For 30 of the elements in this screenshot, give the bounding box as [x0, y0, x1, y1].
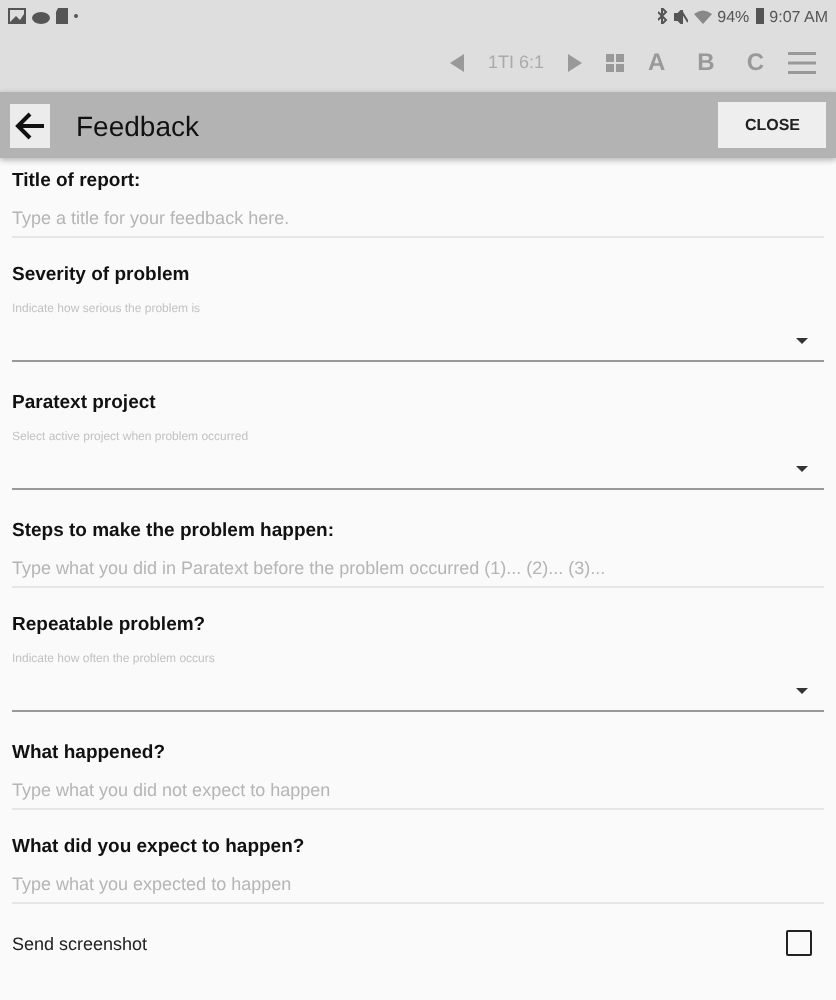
checkbox[interactable] — [786, 930, 812, 956]
field-label: Title of report: — [12, 170, 143, 192]
back-button[interactable] — [10, 103, 50, 147]
page-title: Feedback — [76, 109, 201, 141]
wifi-icon — [693, 9, 712, 23]
previous-icon[interactable] — [449, 53, 464, 71]
field-label: Repeatable problem? — [12, 614, 208, 636]
field-label: Steps to make the problem happen: — [12, 520, 336, 542]
next-icon[interactable] — [567, 53, 582, 71]
grid-icon[interactable] — [605, 53, 624, 71]
letter-button[interactable]: C — [746, 48, 764, 76]
battery-icon — [755, 8, 764, 24]
battery-percent: 94% — [717, 7, 750, 25]
picture-icon — [8, 8, 26, 24]
input-field[interactable]: Type what you did in Paratext before the problem occurred (1)... (2)... (3)... — [12, 542, 824, 588]
input-field[interactable]: Type a title for your feedback here. — [12, 192, 824, 238]
field-label: Severity of problem — [12, 264, 192, 286]
menu-icon[interactable] — [788, 51, 816, 73]
field-label: What did you expect to happen? — [12, 836, 307, 858]
field-label: Paratext project — [12, 392, 158, 414]
input-field[interactable]: Type what you did not expect to happen — [12, 764, 824, 810]
bluetooth-icon — [657, 8, 668, 24]
letter-button[interactable]: B — [697, 48, 715, 76]
field-label: What happened? — [12, 742, 168, 764]
input-field[interactable]: Type what you expected to happen — [12, 858, 824, 904]
checkbox-label: Send screenshot — [12, 933, 148, 953]
clock: 9:07 AM — [769, 7, 828, 25]
mute-icon — [673, 9, 688, 23]
letter-button[interactable]: A — [647, 48, 666, 76]
close-button[interactable]: CLOSE — [718, 102, 826, 148]
